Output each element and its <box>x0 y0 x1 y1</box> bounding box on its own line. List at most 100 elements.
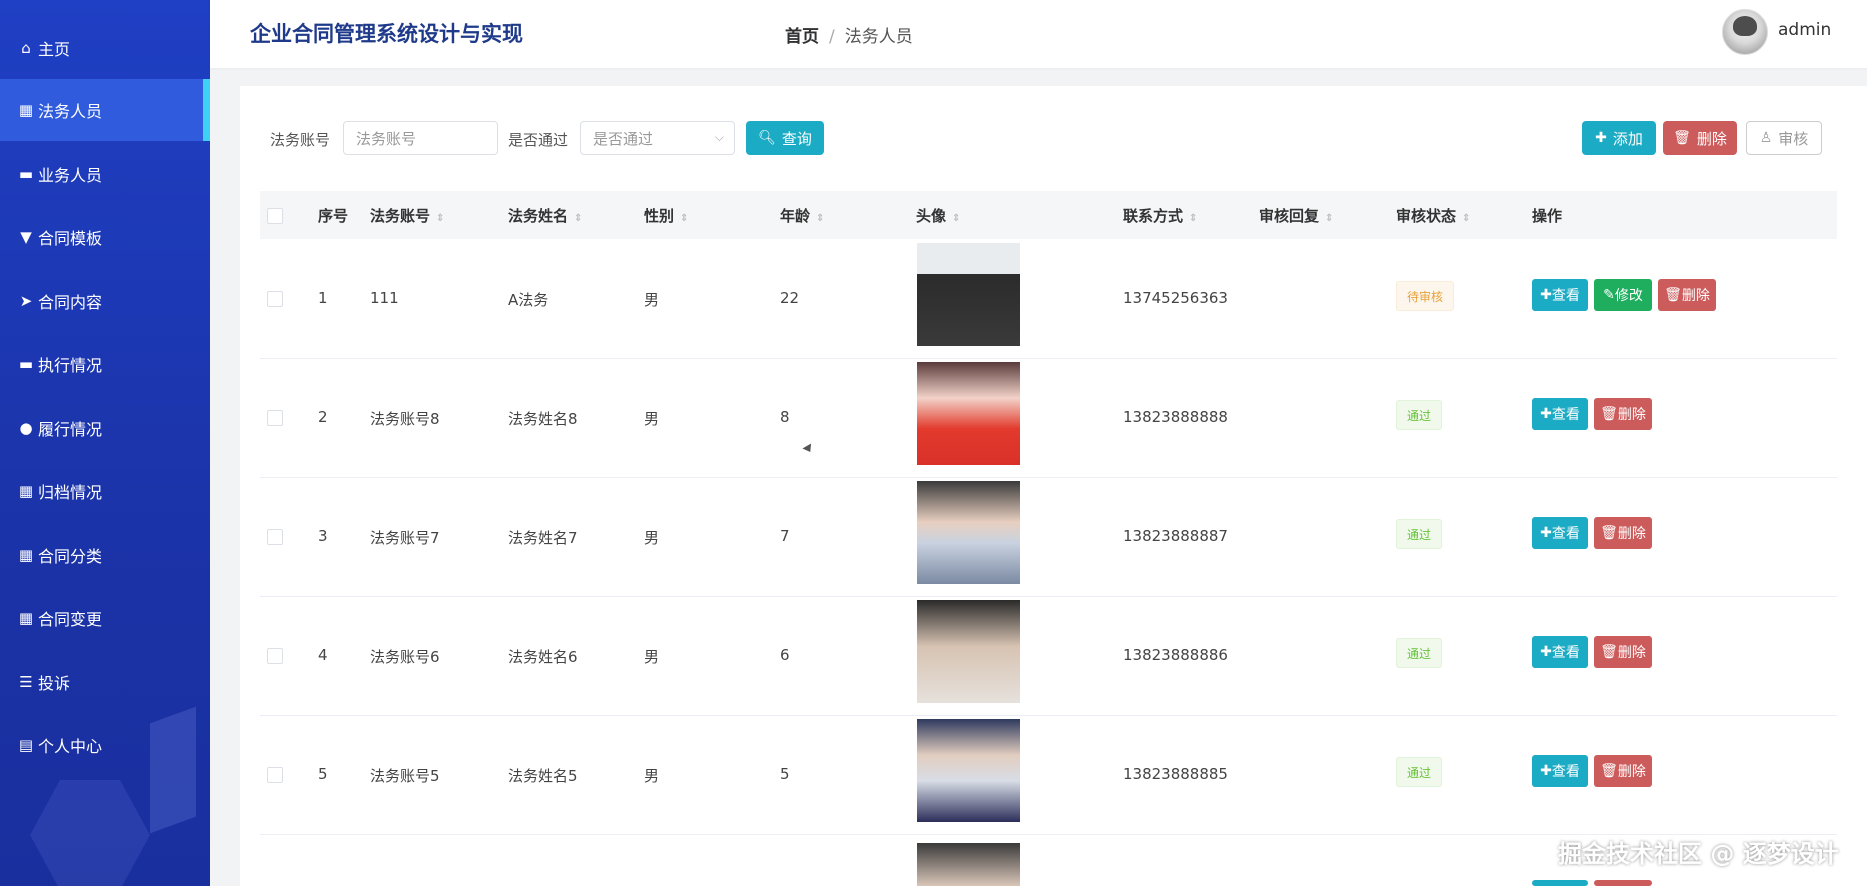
row-checkbox[interactable] <box>267 410 283 426</box>
view-button[interactable]: ✚ 查看 <box>1532 279 1588 311</box>
cell-gender: 男 <box>644 767 660 785</box>
view-button[interactable]: ✚ 查看 <box>1532 398 1588 430</box>
sidebar-item-8[interactable]: ▦ 合同分类 <box>0 524 210 586</box>
table-row: 1 111 A法务男 22 13745256363 待审核 ✚ 查看 ✎ 修改 🗑︎ 删除 <box>260 239 1837 359</box>
stamp-icon: ♙ <box>1759 130 1773 146</box>
cell-gender: 男 <box>644 410 660 428</box>
edit-button-label: 修改 <box>1614 288 1643 304</box>
sort-icon[interactable]: ⇕ <box>574 213 582 224</box>
sort-icon[interactable]: ⇕ <box>1462 213 1470 224</box>
sidebar-item-6[interactable]: ● 履行情况 <box>0 397 210 459</box>
sidebar-item-10[interactable]: ☰ 投诉 <box>0 651 210 713</box>
sidebar-item-11[interactable]: ▤ 个人中心 <box>0 714 210 776</box>
avatar-photo <box>917 481 1020 584</box>
view-button[interactable]: ✚ 查看 <box>1532 636 1588 668</box>
cell-gender: 男 <box>644 648 660 666</box>
home-icon: ⌂ <box>21 39 31 57</box>
plus-icon: ✚ <box>1540 525 1552 541</box>
cell-name: 法务姓名8 <box>508 410 578 428</box>
cell-phone: 13745256363 <box>1123 289 1228 307</box>
account-filter-input[interactable]: 法务账号 <box>343 121 498 155</box>
sort-icon[interactable]: ⇕ <box>1189 213 1197 224</box>
sort-icon[interactable]: ⇕ <box>1325 213 1333 224</box>
ticket-icon: ▬ <box>18 355 34 373</box>
col-reply[interactable]: 审核回复 ⇕ <box>1259 205 1333 226</box>
row-checkbox[interactable] <box>267 767 283 783</box>
avatar-photo <box>917 600 1020 703</box>
delete-button[interactable]: 🗑︎ 删除 <box>1658 279 1716 311</box>
cell-account: 法务账号5 <box>370 767 440 785</box>
delete-button[interactable]: 🗑︎ 删除 <box>1594 636 1652 668</box>
trash-icon: 🗑︎ <box>1600 406 1618 422</box>
view-button[interactable]: ✚ 查看 <box>1532 517 1588 549</box>
delete-button-label: 删除 <box>1681 288 1710 304</box>
pin-icon: ▼ <box>20 228 32 246</box>
sidebar-item-9[interactable]: ▦ 合同变更 <box>0 587 210 649</box>
chevron-down-icon: ⌵ <box>714 130 724 144</box>
col-phone[interactable]: 联系方式 ⇕ <box>1123 205 1197 226</box>
edit-button[interactable]: ✎ 修改 <box>1594 279 1652 311</box>
watermark-text: 掘金技术社区 @ 逐梦设计 <box>1558 840 1839 868</box>
audit-button-label: 审核 <box>1778 129 1809 148</box>
plus-icon: ✚ <box>1540 406 1552 422</box>
view-button-partial[interactable] <box>1532 880 1588 886</box>
delete-button[interactable]: 🗑︎ 删除 <box>1594 755 1652 787</box>
batch-delete-button[interactable]: 🗑︎ 删除 <box>1663 121 1737 155</box>
delete-button[interactable]: 🗑︎ 删除 <box>1594 398 1652 430</box>
sidebar-item-4[interactable]: ➤ 合同内容 <box>0 270 210 332</box>
select-all-checkbox[interactable] <box>267 208 283 224</box>
user-avatar[interactable] <box>1722 9 1768 55</box>
row-checkbox[interactable] <box>267 648 283 664</box>
col-status[interactable]: 审核状态 ⇕ <box>1396 205 1470 226</box>
cell-name: 法务姓名6 <box>508 648 578 666</box>
breadcrumb-home[interactable]: 首页 <box>785 27 819 47</box>
sidebar-item-2[interactable]: ▬ 业务人员 <box>0 143 210 205</box>
sidebar-item-label: 主页 <box>38 40 71 59</box>
trash-icon: 🗑︎ <box>1600 763 1618 779</box>
sidebar-item-label: 履行情况 <box>38 420 103 439</box>
col-gender[interactable]: 性别 ⇕ <box>644 205 688 226</box>
breadcrumb-current: 法务人员 <box>844 27 913 47</box>
cell-account: 111 <box>370 289 399 307</box>
delete-button[interactable]: 🗑︎ 删除 <box>1594 517 1652 549</box>
sort-icon[interactable]: ⇕ <box>952 213 960 224</box>
view-button-label: 查看 <box>1551 288 1580 304</box>
row-checkbox[interactable] <box>267 529 283 545</box>
view-button[interactable]: ✚ 查看 <box>1532 755 1588 787</box>
menu-lines-icon: ☰ <box>19 673 33 691</box>
row-checkbox[interactable] <box>267 291 283 307</box>
sidebar-item-0[interactable]: ⌂ 主页 <box>0 17 210 79</box>
username[interactable]: admin <box>1778 20 1831 40</box>
pass-filter-placeholder: 是否通过 <box>593 129 654 148</box>
add-button[interactable]: ✚ 添加 <box>1582 121 1656 155</box>
col-account[interactable]: 法务账号 ⇕ <box>370 205 444 226</box>
avatar-photo <box>917 719 1020 822</box>
trash-icon: 🗑︎ <box>1600 525 1618 541</box>
sidebar-item-7[interactable]: ▦ 归档情况 <box>0 460 210 522</box>
sidebar-decoration-hexagon <box>30 780 150 886</box>
grid-icon: ▦ <box>18 482 34 500</box>
col-age[interactable]: 年龄 ⇕ <box>780 205 824 226</box>
sidebar-item-label: 法务人员 <box>38 102 103 121</box>
grid-icon: ▦ <box>18 546 34 564</box>
sidebar-item-5[interactable]: ▬ 执行情况 <box>0 333 210 395</box>
sidebar-item-3[interactable]: ▼ 合同模板 <box>0 206 210 268</box>
cell-account: 法务账号7 <box>370 529 440 547</box>
cell-phone: 13823888886 <box>1123 646 1228 664</box>
sort-icon[interactable]: ⇕ <box>816 213 824 224</box>
pass-filter-select[interactable]: 是否通过 ⌵ <box>580 121 735 155</box>
cell-age: 8 <box>780 408 790 426</box>
audit-button[interactable]: ♙ 审核 <box>1746 121 1822 155</box>
col-name[interactable]: 法务姓名 ⇕ <box>508 205 582 226</box>
query-button[interactable]: 🔍︎ 查询 <box>746 121 824 155</box>
sidebar-item-1[interactable]: ▦ 法务人员 <box>0 79 210 141</box>
sort-icon[interactable]: ⇕ <box>680 213 688 224</box>
delete-button-label: 删除 <box>1617 645 1646 661</box>
delete-button-partial[interactable] <box>1594 880 1652 886</box>
col-avatar[interactable]: 头像 ⇕ <box>916 205 960 226</box>
sort-icon[interactable]: ⇕ <box>436 213 444 224</box>
add-button-label: 添加 <box>1612 129 1643 148</box>
send-icon: ➤ <box>19 292 33 310</box>
sidebar-item-label: 合同内容 <box>38 293 103 312</box>
sidebar-item-label: 合同模板 <box>38 229 103 248</box>
